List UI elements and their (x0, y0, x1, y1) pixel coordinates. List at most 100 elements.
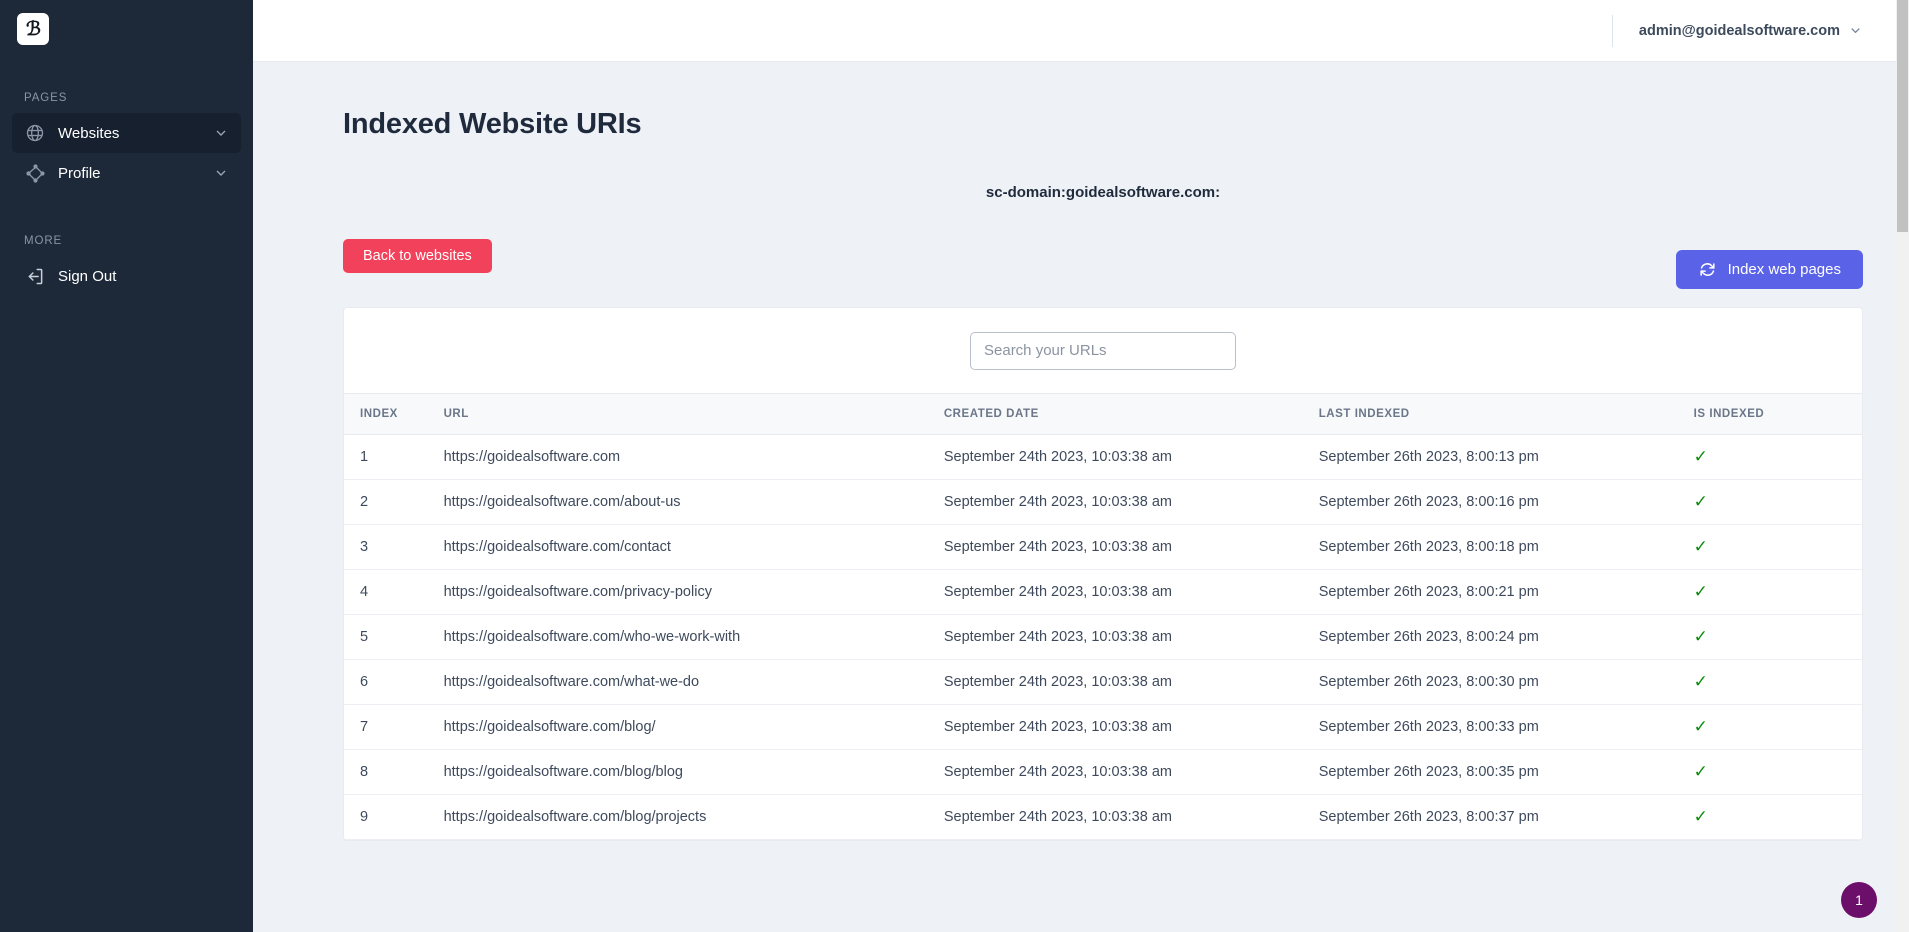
url-created-date-cell: September 24th 2023, 10:03:38 am (928, 480, 1303, 525)
check-icon: ✓ (1694, 628, 1708, 645)
table-row[interactable]: 5https://goidealsoftware.com/who-we-work… (344, 615, 1862, 660)
url-index-cell: 8 (344, 750, 428, 795)
url-created-date-cell: September 24th 2023, 10:03:38 am (928, 435, 1303, 480)
table-body: 1https://goidealsoftware.comSeptember 24… (344, 435, 1862, 840)
table-row[interactable]: 8https://goidealsoftware.com/blog/blogSe… (344, 750, 1862, 795)
url-value-cell: https://goidealsoftware.com/blog/blog (428, 750, 928, 795)
back-to-websites-button[interactable]: Back to websites (343, 239, 492, 273)
url-value-cell: https://goidealsoftware.com/about-us (428, 480, 928, 525)
url-created-date-cell: September 24th 2023, 10:03:38 am (928, 795, 1303, 840)
page-title: Indexed Website URIs (343, 108, 1863, 141)
chevron-down-icon[interactable] (213, 125, 229, 141)
domain-label: sc-domain:goidealsoftware.com: (343, 184, 1863, 201)
url-is-indexed-cell: ✓ (1678, 615, 1862, 660)
page-content: Indexed Website URIs sc-domain:goidealso… (253, 62, 1909, 932)
account-menu[interactable]: admin@goidealsoftware.com (1612, 15, 1863, 47)
sidebar: ℬ PAGES Websites (0, 0, 253, 932)
url-index-cell: 4 (344, 570, 428, 615)
index-web-pages-button[interactable]: Index web pages (1676, 250, 1863, 289)
sidebar-item-profile[interactable]: Profile (12, 153, 241, 193)
table-row[interactable]: 7https://goidealsoftware.com/blog/Septem… (344, 705, 1862, 750)
check-icon: ✓ (1694, 538, 1708, 555)
table-row[interactable]: 6https://goidealsoftware.com/what-we-doS… (344, 660, 1862, 705)
url-value-cell: https://goidealsoftware.com/who-we-work-… (428, 615, 928, 660)
check-icon: ✓ (1694, 673, 1708, 690)
url-index-cell: 9 (344, 795, 428, 840)
search-zone (344, 308, 1862, 393)
sidebar-section-more-label: MORE (0, 235, 253, 247)
app-logo-glyph: ℬ (26, 20, 40, 39)
check-icon: ✓ (1694, 763, 1708, 780)
table-row[interactable]: 1https://goidealsoftware.comSeptember 24… (344, 435, 1862, 480)
url-value-cell: https://goidealsoftware.com/what-we-do (428, 660, 928, 705)
chevron-down-icon[interactable] (213, 165, 229, 181)
column-header-last-indexed[interactable]: LAST INDEXED (1303, 394, 1678, 435)
column-header-url[interactable]: URL (428, 394, 928, 435)
chevron-down-icon[interactable] (1848, 23, 1863, 38)
url-created-date-cell: September 24th 2023, 10:03:38 am (928, 750, 1303, 795)
url-created-date-cell: September 24th 2023, 10:03:38 am (928, 525, 1303, 570)
check-icon: ✓ (1694, 493, 1708, 510)
sign-out-icon (24, 265, 46, 287)
url-is-indexed-cell: ✓ (1678, 480, 1862, 525)
url-value-cell: https://goidealsoftware.com/contact (428, 525, 928, 570)
account-email: admin@goidealsoftware.com (1639, 23, 1840, 39)
url-is-indexed-cell: ✓ (1678, 750, 1862, 795)
url-index-cell: 5 (344, 615, 428, 660)
table-row[interactable]: 2https://goidealsoftware.com/about-usSep… (344, 480, 1862, 525)
check-icon: ✓ (1694, 808, 1708, 825)
url-last-indexed-cell: September 26th 2023, 8:00:24 pm (1303, 615, 1678, 660)
sidebar-item-sign-out-label: Sign Out (58, 268, 229, 285)
url-index-cell: 6 (344, 660, 428, 705)
column-header-created-date[interactable]: CREATED DATE (928, 394, 1303, 435)
url-is-indexed-cell: ✓ (1678, 525, 1862, 570)
url-is-indexed-cell: ✓ (1678, 570, 1862, 615)
url-last-indexed-cell: September 26th 2023, 8:00:21 pm (1303, 570, 1678, 615)
table-row[interactable]: 3https://goidealsoftware.com/contactSept… (344, 525, 1862, 570)
app-root: ℬ PAGES Websites (0, 0, 1909, 932)
url-is-indexed-cell: ✓ (1678, 795, 1862, 840)
urls-card: INDEX URL CREATED DATE LAST INDEXED IS I… (343, 307, 1863, 841)
check-icon: ✓ (1694, 718, 1708, 735)
url-created-date-cell: September 24th 2023, 10:03:38 am (928, 570, 1303, 615)
url-value-cell: https://goidealsoftware.com/blog/ (428, 705, 928, 750)
search-input[interactable] (970, 332, 1236, 370)
sidebar-item-websites-label: Websites (58, 125, 213, 142)
page-scrollbar[interactable] (1896, 0, 1909, 932)
url-is-indexed-cell: ✓ (1678, 435, 1862, 480)
indexed-urls-table: INDEX URL CREATED DATE LAST INDEXED IS I… (344, 393, 1862, 840)
sidebar-item-profile-label: Profile (58, 165, 213, 182)
url-index-cell: 7 (344, 705, 428, 750)
url-last-indexed-cell: September 26th 2023, 8:00:37 pm (1303, 795, 1678, 840)
sidebar-section-pages-label: PAGES (0, 92, 253, 104)
url-index-cell: 1 (344, 435, 428, 480)
table-header-row: INDEX URL CREATED DATE LAST INDEXED IS I… (344, 394, 1862, 435)
url-last-indexed-cell: September 26th 2023, 8:00:30 pm (1303, 660, 1678, 705)
table-head: INDEX URL CREATED DATE LAST INDEXED IS I… (344, 394, 1862, 435)
url-index-cell: 2 (344, 480, 428, 525)
url-is-indexed-cell: ✓ (1678, 705, 1862, 750)
top-bar: admin@goidealsoftware.com (253, 0, 1909, 62)
app-logo-icon[interactable]: ℬ (17, 13, 49, 45)
url-created-date-cell: September 24th 2023, 10:03:38 am (928, 660, 1303, 705)
page-scrollbar-thumb[interactable] (1897, 0, 1908, 232)
url-index-cell: 3 (344, 525, 428, 570)
url-last-indexed-cell: September 26th 2023, 8:00:18 pm (1303, 525, 1678, 570)
url-value-cell: https://goidealsoftware.com (428, 435, 928, 480)
url-is-indexed-cell: ✓ (1678, 660, 1862, 705)
sidebar-item-websites[interactable]: Websites (12, 113, 241, 153)
column-header-is-indexed[interactable]: IS INDEXED (1678, 394, 1862, 435)
node-graph-icon (24, 162, 46, 184)
globe-www-icon (24, 122, 46, 144)
url-created-date-cell: September 24th 2023, 10:03:38 am (928, 615, 1303, 660)
action-row: Back to websites Index web pages (343, 245, 1863, 289)
table-row[interactable]: 9https://goidealsoftware.com/blog/projec… (344, 795, 1862, 840)
notification-fab-badge[interactable]: 1 (1841, 882, 1877, 918)
sidebar-item-sign-out[interactable]: Sign Out (12, 256, 241, 296)
table-row[interactable]: 4https://goidealsoftware.com/privacy-pol… (344, 570, 1862, 615)
notification-count: 1 (1855, 892, 1863, 908)
column-header-index[interactable]: INDEX (344, 394, 428, 435)
url-value-cell: https://goidealsoftware.com/privacy-poli… (428, 570, 928, 615)
url-last-indexed-cell: September 26th 2023, 8:00:35 pm (1303, 750, 1678, 795)
url-value-cell: https://goidealsoftware.com/blog/project… (428, 795, 928, 840)
